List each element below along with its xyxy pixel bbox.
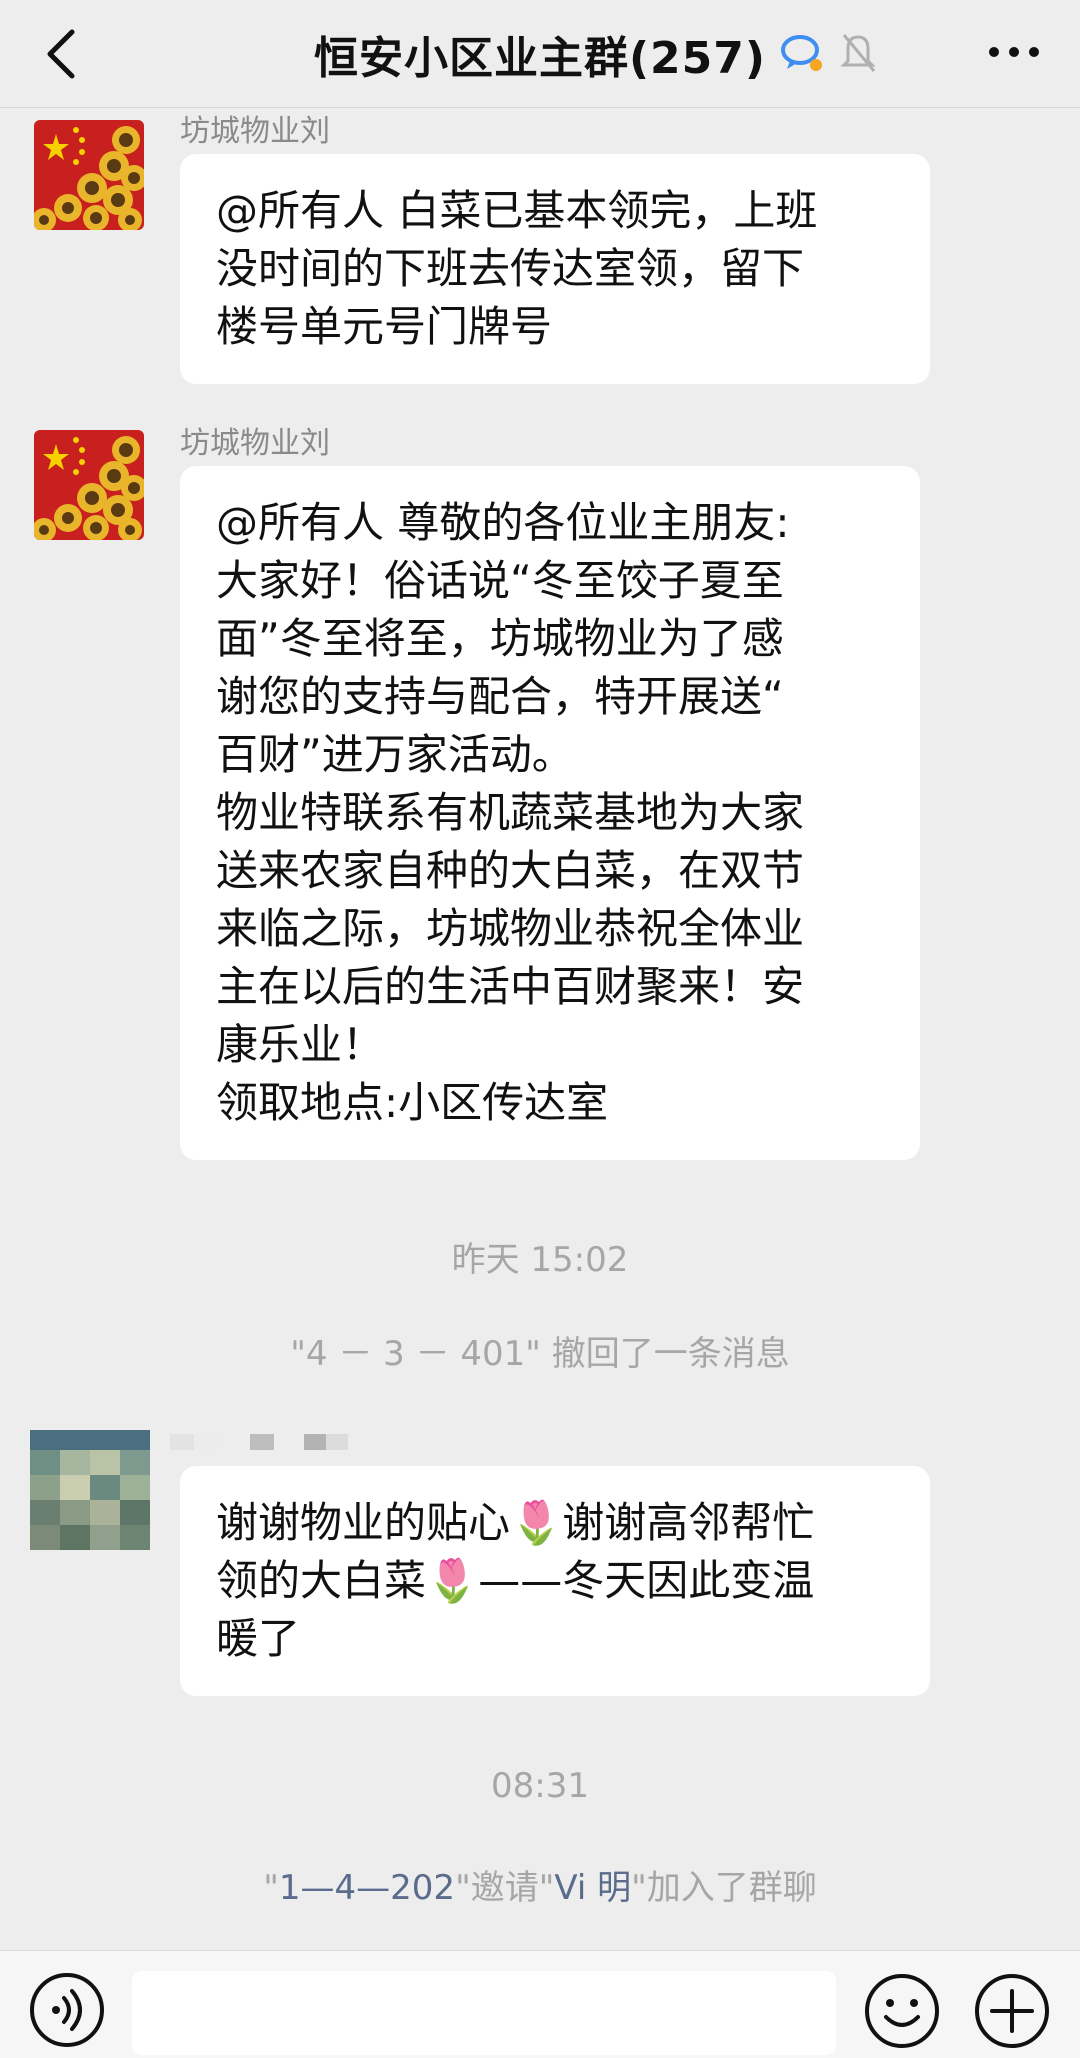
voice-icon — [30, 1973, 104, 2047]
invite-text-end: "加入了群聊 — [631, 1868, 817, 1908]
mute-bell-icon — [840, 34, 876, 72]
chat-screen: 恒安小区业主群(257) 坊城物业刘 @所有人 白菜已基本领完，上班 没时间的下… — [0, 0, 1080, 2058]
invite-notice: "1—4—202"邀请"Vi 明"加入了群聊 — [0, 1860, 1080, 1909]
more-button[interactable] — [982, 30, 1046, 74]
emoji-button[interactable] — [862, 1971, 942, 2051]
chat-bubble-icon — [781, 35, 822, 71]
avatar[interactable] — [34, 430, 144, 540]
input-bar — [0, 1950, 1080, 2058]
message-bubble[interactable]: @所有人 白菜已基本领完，上班 没时间的下班去传达室领，留下 楼号单元号门牌号 — [180, 154, 930, 384]
chat-title: 恒安小区业主群(257) — [313, 33, 767, 84]
invitee-link[interactable]: Vi 明 — [554, 1868, 631, 1908]
pixelated-avatar-icon — [30, 1430, 150, 1550]
timestamp: 08:31 — [491, 1766, 589, 1806]
voice-button[interactable] — [28, 1971, 106, 2049]
recall-notice: "4 － 3 － 401" 撤回了一条消息 — [290, 1334, 790, 1374]
flag-sunflower-avatar-icon — [34, 430, 144, 540]
message-bubble[interactable]: 谢谢物业的贴心🌷谢谢高邻帮忙 领的大白菜🌷——冬天因此变温 暖了 — [180, 1466, 930, 1696]
more-actions-button[interactable] — [972, 1971, 1052, 2051]
message-input[interactable] — [132, 1971, 836, 2055]
blurred-sender-name — [170, 1430, 370, 1454]
title-icons — [780, 28, 878, 78]
avatar[interactable] — [30, 1430, 150, 1550]
flag-sunflower-avatar-icon — [34, 120, 144, 230]
timestamp: 昨天 15:02 — [451, 1240, 629, 1280]
more-dots-icon — [989, 47, 1039, 57]
plus-circle-icon — [975, 1974, 1049, 2048]
quote-mark: " — [263, 1868, 279, 1908]
inviter-link[interactable]: 1—4—202 — [279, 1868, 455, 1908]
sender-name: 坊城物业刘 — [180, 114, 330, 149]
sender-name: 坊城物业刘 — [180, 426, 330, 461]
avatar[interactable] — [34, 120, 144, 230]
invite-text: "邀请" — [455, 1868, 555, 1908]
chat-header: 恒安小区业主群(257) — [0, 0, 1080, 108]
message-bubble[interactable]: @所有人 尊敬的各位业主朋友: 大家好！俗话说“冬至饺子夏至 面”冬至将至，坊城… — [180, 466, 920, 1160]
emoji-icon — [865, 1974, 939, 2048]
